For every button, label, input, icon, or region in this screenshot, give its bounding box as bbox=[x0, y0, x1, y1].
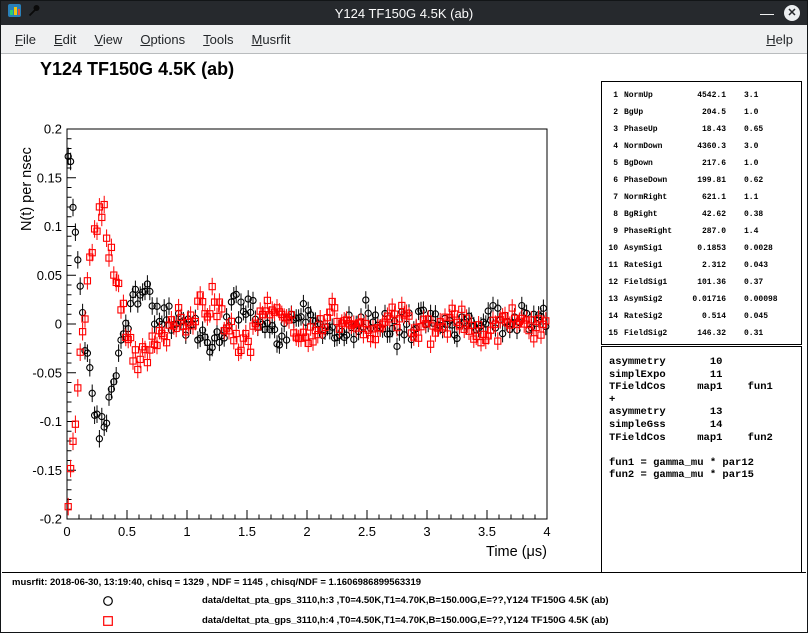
window-title: Y124 TF150G 4.5K (ab) bbox=[1, 6, 807, 21]
svg-text:1.5: 1.5 bbox=[238, 524, 256, 539]
asymmetry-plot[interactable]: 0 0.5 1 1.5 2 2.5 3 3.5 4 0.2 0.15 0.1 0.05 0 -0.05 -0.… bbox=[10, 85, 602, 571]
param-row-RateSig2: 14RateSig20.5140.045 bbox=[608, 308, 801, 325]
menubar: FileEditViewOptionsToolsMusrfit Help bbox=[1, 25, 807, 54]
svg-text:3.5: 3.5 bbox=[478, 524, 496, 539]
svg-text:0: 0 bbox=[55, 317, 62, 332]
menu-options[interactable]: Options bbox=[131, 27, 194, 52]
svg-text:-0.05: -0.05 bbox=[32, 365, 62, 380]
param-row-BgUp: 2BgUp204.51.0 bbox=[608, 104, 801, 121]
menu-help[interactable]: Help bbox=[757, 27, 802, 52]
param-row-RateSig1: 11RateSig12.3120.043 bbox=[608, 257, 801, 274]
param-row-AsymSig2: 13AsymSig20.017160.00098 bbox=[608, 291, 801, 308]
minimize-button[interactable]: — bbox=[760, 6, 774, 20]
svg-text:0.2: 0.2 bbox=[44, 122, 62, 137]
svg-text:0.05: 0.05 bbox=[37, 268, 62, 283]
svg-text:2: 2 bbox=[303, 524, 310, 539]
pin-icon[interactable] bbox=[27, 3, 42, 23]
svg-text:-0.15: -0.15 bbox=[32, 463, 62, 478]
param-row-PhaseDown: 6PhaseDown199.810.62 bbox=[608, 172, 801, 189]
menu-tools[interactable]: Tools bbox=[194, 27, 242, 52]
svg-text:-0.1: -0.1 bbox=[40, 414, 62, 429]
legend-entry-1: data/deltat_pta_gps_3110,h:3 ,T0=4.50K,T… bbox=[2, 591, 806, 611]
param-row-AsymSig1: 10AsymSig10.18530.0028 bbox=[608, 240, 801, 257]
svg-text:0.5: 0.5 bbox=[118, 524, 136, 539]
svg-text:-0.2: -0.2 bbox=[40, 512, 62, 527]
svg-text:4: 4 bbox=[543, 524, 550, 539]
theory-text: asymmetry 10 simplExpo 11 TFieldCos map1… bbox=[609, 356, 801, 482]
param-row-PhaseRight: 9PhaseRight287.01.4 bbox=[608, 223, 801, 240]
svg-text:1: 1 bbox=[183, 524, 190, 539]
param-row-BgDown: 5BgDown217.61.0 bbox=[608, 155, 801, 172]
divider-line bbox=[2, 572, 806, 573]
menu-edit[interactable]: Edit bbox=[45, 27, 85, 52]
legend-entry-2: data/deltat_pta_gps_3110,h:4 ,T0=4.50K,T… bbox=[2, 611, 806, 631]
legend-entry-text: data/deltat_pta_gps_3110,h:3 ,T0=4.50K,T… bbox=[202, 595, 609, 606]
legend-entry-text: data/deltat_pta_gps_3110,h:4 ,T0=4.50K,T… bbox=[202, 615, 609, 626]
svg-text:3: 3 bbox=[423, 524, 430, 539]
param-row-FieldSig2: 15FieldSig2146.320.31 bbox=[608, 325, 801, 342]
param-row-BgRight: 8BgRight42.620.38 bbox=[608, 206, 801, 223]
app-icon[interactable] bbox=[7, 3, 22, 23]
fit-status-line: musrfit: 2018-06-30, 13:19:40, chisq = 1… bbox=[12, 577, 421, 588]
legend-square-icon bbox=[101, 614, 115, 628]
titlebar: Y124 TF150G 4.5K (ab) — ✕ bbox=[1, 1, 807, 25]
menu-view[interactable]: View bbox=[85, 27, 131, 52]
legend-circle-icon bbox=[101, 594, 115, 608]
svg-text:0.15: 0.15 bbox=[37, 170, 62, 185]
param-row-NormDown: 4NormDown4360.33.0 bbox=[608, 138, 801, 155]
param-row-PhaseUp: 3PhaseUp18.430.65 bbox=[608, 121, 801, 138]
menu-file[interactable]: File bbox=[6, 27, 45, 52]
fit-parameters-box: 1NormUp4542.13.12BgUp204.51.03PhaseUp18.… bbox=[601, 81, 802, 345]
svg-text:0.1: 0.1 bbox=[44, 219, 62, 234]
legend: data/deltat_pta_gps_3110,h:3 ,T0=4.50K,T… bbox=[2, 591, 806, 631]
close-button[interactable]: ✕ bbox=[784, 5, 800, 21]
param-row-NormRight: 7NormRight621.11.1 bbox=[608, 189, 801, 206]
svg-text:2.5: 2.5 bbox=[358, 524, 376, 539]
param-row-FieldSig1: 12FieldSig1101.360.37 bbox=[608, 274, 801, 291]
menu-musrfit[interactable]: Musrfit bbox=[243, 27, 300, 52]
svg-text:0: 0 bbox=[63, 524, 70, 539]
theory-box: asymmetry 10 simplExpo 11 TFieldCos map1… bbox=[601, 346, 802, 573]
svg-text:Time (μs): Time (μs) bbox=[486, 544, 547, 560]
param-row-NormUp: 1NormUp4542.13.1 bbox=[608, 87, 801, 104]
svg-text:N(t) per nsec: N(t) per nsec bbox=[19, 147, 35, 231]
app-window: Y124 TF150G 4.5K (ab) — ✕ FileEditViewOp… bbox=[0, 0, 808, 633]
root-canvas: Y124 TF150G 4.5K (ab) 00.511.522.533.540… bbox=[2, 55, 806, 631]
plot-title: Y124 TF150G 4.5K (ab) bbox=[40, 59, 234, 80]
